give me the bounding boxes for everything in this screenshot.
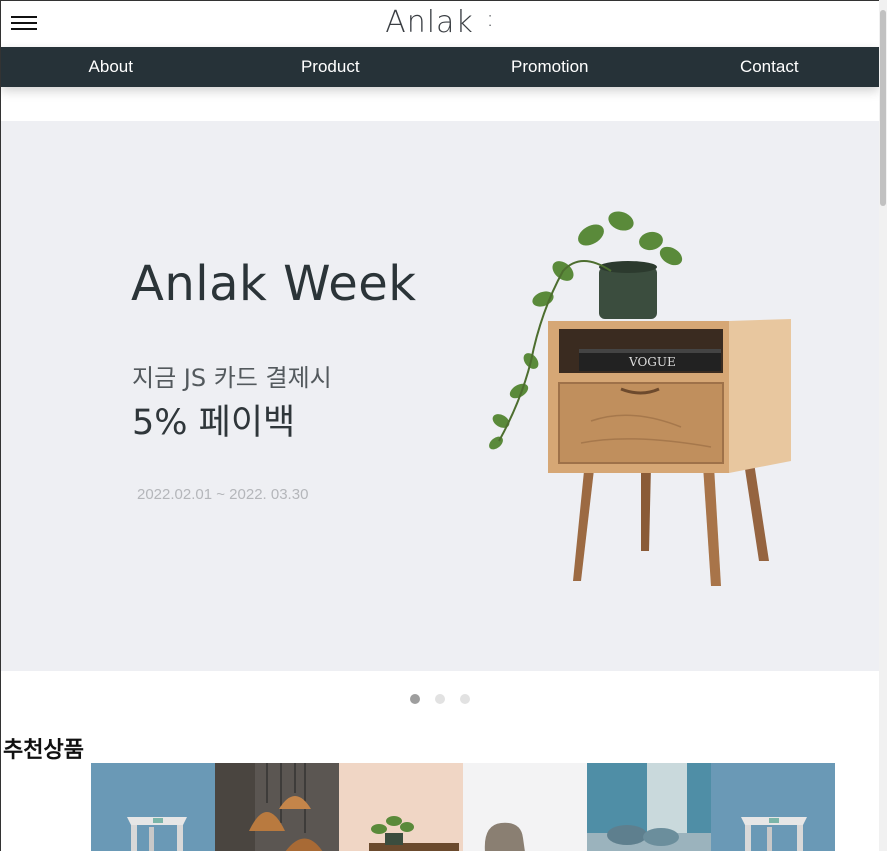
nightstand-plant-product-image [339, 763, 463, 851]
carousel-dot-3[interactable] [460, 694, 471, 704]
main-nav: About Product Promotion Contact [1, 47, 879, 87]
brand-mark: : [486, 7, 495, 32]
sofa-product-image [587, 763, 711, 851]
vertical-scrollbar[interactable] [879, 0, 887, 851]
product-strip [91, 763, 836, 851]
brand-logo[interactable]: Anlak : [1, 5, 879, 40]
nav-product[interactable]: Product [221, 47, 441, 87]
product-card-chair[interactable] [463, 763, 587, 851]
hero-payback: 5% 페이백 [132, 403, 296, 443]
stool-product-image [91, 763, 215, 851]
nav-about[interactable]: About [1, 47, 221, 87]
stool-product-image [711, 763, 835, 851]
product-card-stool-2[interactable] [711, 763, 835, 851]
hero-period: 2022.02.01 ~ 2022. 03.30 [137, 486, 309, 503]
product-card-lamp[interactable] [215, 763, 339, 851]
pendant-lamp-product-image [215, 763, 339, 851]
chair-product-image [463, 763, 587, 851]
app-frame: Anlak : About Product Promotion Contact … [0, 0, 879, 851]
nav-contact[interactable]: Contact [660, 47, 880, 87]
hero-subtitle: 지금 JS 카드 결제시 [132, 364, 332, 392]
product-card-nightstand[interactable] [339, 763, 463, 851]
scrollbar-thumb[interactable] [880, 10, 886, 206]
top-bar: Anlak : [1, 1, 879, 47]
svg-text:VOGUE: VOGUE [628, 355, 676, 369]
nav-promotion[interactable]: Promotion [440, 47, 660, 87]
carousel-dot-1[interactable] [409, 694, 420, 704]
product-card-sofa[interactable] [587, 763, 711, 851]
carousel-dots [1, 689, 879, 704]
recommended-title: 추천상품 [3, 738, 84, 763]
nightstand-with-plant-image: VOGUE [489, 211, 791, 586]
carousel-dot-2[interactable] [435, 694, 445, 704]
hero-title: Anlak Week [131, 256, 417, 312]
brand-name: Anlak [385, 5, 474, 40]
product-card-stool[interactable] [91, 763, 215, 851]
hero-banner[interactable]: Anlak Week 지금 JS 카드 결제시 5% 페이백 2022.02.0… [1, 121, 879, 671]
